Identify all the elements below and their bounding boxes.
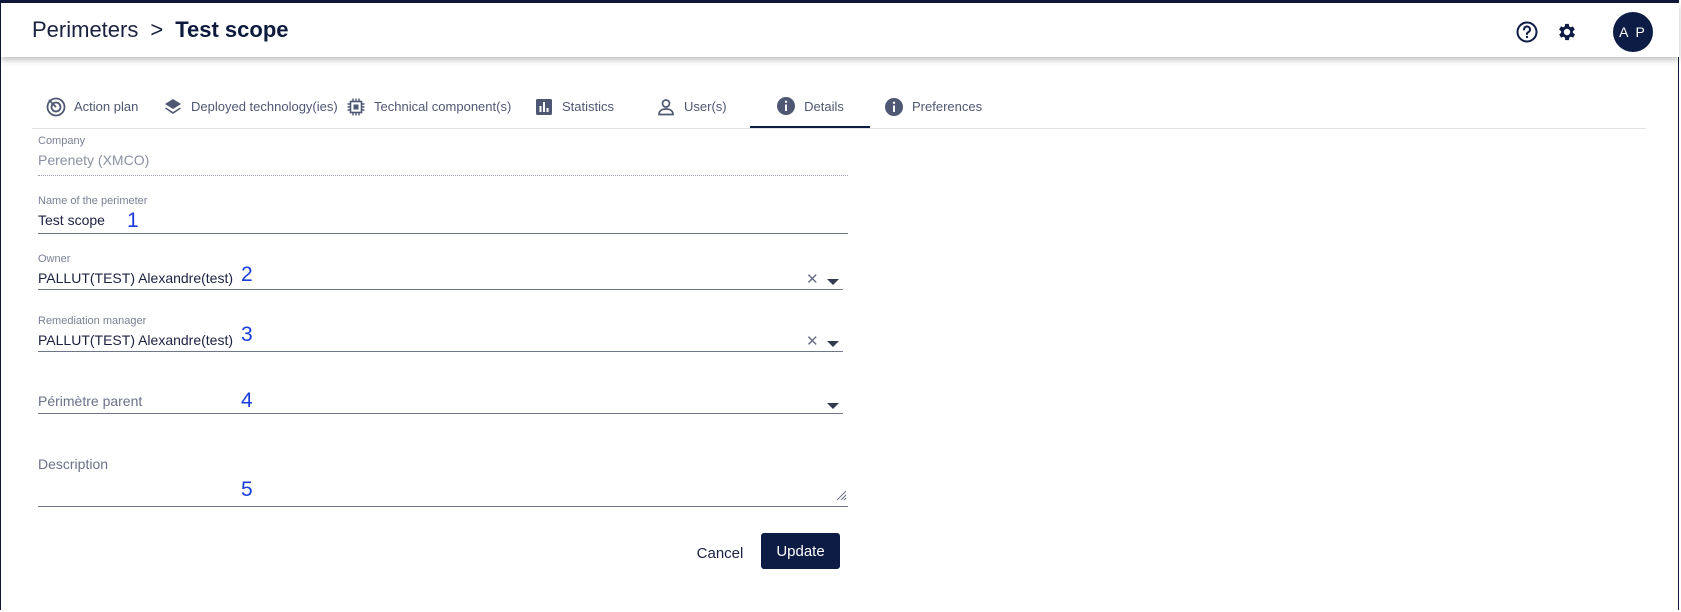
parent-perimeter-select[interactable]: Périmètre parent (38, 393, 848, 409)
perimeter-name-underline (38, 233, 848, 234)
tab-action-plan[interactable]: Action plan (46, 86, 138, 127)
company-value: Perenety (XMCO) (38, 152, 150, 168)
remediation-manager-clear-icon[interactable]: ✕ (806, 332, 819, 350)
top-bar: Perimeters > Test scope A P (1, 3, 1679, 57)
owner-chevron-down-icon[interactable] (827, 279, 839, 285)
breadcrumb-current: Test scope (175, 17, 289, 42)
breadcrumb: Perimeters > Test scope (32, 17, 289, 43)
cancel-button[interactable]: Cancel (690, 535, 750, 571)
chip-icon (347, 98, 365, 115)
company-label: Company (38, 135, 86, 147)
remediation-manager-chevron-down-icon[interactable] (827, 341, 839, 347)
user-icon (658, 98, 674, 115)
info-icon (777, 97, 796, 115)
top-icons: A P (1513, 12, 1653, 52)
description-label: Description (38, 456, 109, 472)
tab-label: Action plan (74, 99, 139, 114)
owner-field[interactable]: Owner PALLUT(TEST) Alexandre(test) ✕ (38, 253, 848, 291)
layers-icon (165, 98, 181, 114)
avatar[interactable]: A P (1613, 12, 1653, 52)
annotation-1: 1 (127, 209, 139, 232)
info-icon (885, 97, 903, 116)
remediation-manager-label: Remediation manager (38, 315, 147, 327)
tab-deployed-technologies[interactable]: Deployed technology(ies) (163, 86, 338, 127)
annotation-5: 5 (241, 478, 253, 501)
perimeter-name-input[interactable]: Test scope (38, 212, 848, 228)
remediation-manager-field[interactable]: Remediation manager PALLUT(TEST) Alexand… (38, 315, 848, 353)
description-underline (38, 506, 848, 507)
parent-perimeter-field[interactable]: Périmètre parent (38, 393, 848, 415)
remediation-manager-select[interactable]: PALLUT(TEST) Alexandre(test) (38, 332, 848, 348)
tab-label: Statistics (562, 99, 615, 114)
owner-clear-icon[interactable]: ✕ (806, 270, 819, 288)
resize-handle-icon[interactable] (836, 490, 847, 501)
tab-label: Details (804, 98, 844, 114)
tab-details[interactable]: Details (750, 86, 870, 128)
annotation-2: 2 (241, 263, 253, 286)
tab-bar: Action plan Deployed technology(ies) Tec… (32, 86, 1646, 129)
perimeter-name-field[interactable]: Name of the perimeter Test scope (38, 195, 848, 235)
tab-users[interactable]: User(s) (656, 86, 727, 127)
tab-preferences[interactable]: Preferences (884, 86, 982, 127)
owner-select[interactable]: PALLUT(TEST) Alexandre(test) (38, 270, 848, 286)
annotation-4: 4 (241, 389, 253, 412)
tab-label: Technical component(s) (374, 99, 512, 114)
parent-perimeter-chevron-down-icon[interactable] (827, 403, 839, 409)
breadcrumb-root[interactable]: Perimeters (32, 17, 138, 43)
tab-statistics[interactable]: Statistics (534, 86, 614, 127)
description-textarea[interactable] (38, 472, 848, 494)
company-underline (38, 175, 848, 176)
settings-gear-icon[interactable] (1553, 18, 1581, 46)
owner-label: Owner (38, 253, 71, 265)
tab-label: Deployed technology(ies) (191, 99, 338, 114)
company-field: Company Perenety (XMCO) (38, 135, 848, 177)
tab-technical-components[interactable]: Technical component(s) (346, 86, 511, 127)
target-icon (46, 97, 66, 116)
tab-label: Preferences (912, 99, 983, 114)
annotation-3: 3 (241, 323, 253, 346)
update-button[interactable]: Update (761, 533, 840, 569)
perimeter-name-label: Name of the perimeter (38, 195, 148, 207)
help-icon[interactable] (1513, 18, 1541, 46)
tab-label: User(s) (684, 99, 727, 114)
description-field[interactable]: Description (38, 456, 848, 508)
breadcrumb-separator: > (150, 17, 164, 42)
bar-chart-icon (536, 98, 552, 115)
parent-perimeter-underline (38, 413, 843, 414)
remediation-manager-underline (38, 351, 843, 352)
owner-underline (38, 289, 843, 290)
